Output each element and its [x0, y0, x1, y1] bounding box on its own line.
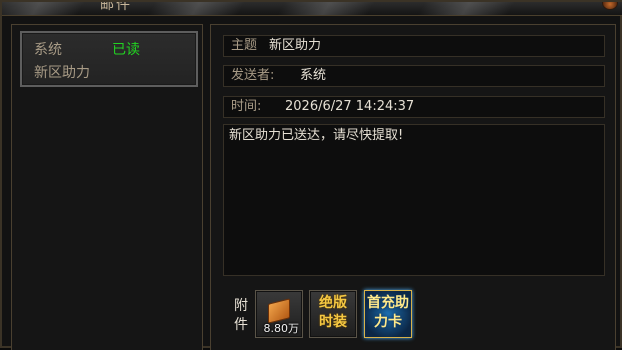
time-field: 时间: 2026/6/27 14:24:37 [223, 96, 605, 118]
time-value: 2026/6/27 14:24:37 [285, 99, 415, 114]
title-bar-ornament [2, 2, 88, 15]
title-bar-ornament [416, 2, 518, 15]
close-gem-icon[interactable] [602, 2, 618, 10]
mail-item-sender: 系统 [34, 42, 62, 58]
mail-detail-panel: 主题 新区助力 发送者: 系统 时间: 2026/6/27 14:24:37 新… [210, 24, 616, 350]
window-title: 邮件 [100, 2, 132, 13]
attachment-slot-gold[interactable]: 8.80万 [255, 290, 303, 338]
boost-card-text: 首充助 力卡 [367, 295, 409, 330]
subject-label: 主题 [231, 38, 258, 53]
fashion-card-text: 绝版 时装 [319, 295, 347, 330]
subject-value: 新区助力 [269, 38, 322, 53]
mail-body: 新区助力已送达，请尽快提取! [223, 124, 605, 276]
mail-list-item[interactable]: 系统 已读 新区助力 [20, 31, 198, 87]
attachment-slot-boost-card[interactable]: 首充助 力卡 [364, 290, 412, 338]
title-bar-ornament [276, 2, 378, 15]
subject-field: 主题 新区助力 [223, 35, 605, 57]
mail-item-subject: 新区助力 [34, 65, 90, 81]
title-bar-ornament [146, 2, 248, 15]
time-label: 时间: [231, 99, 262, 114]
attachment-quantity: 8.80万 [263, 322, 300, 335]
sender-field: 发送者: 系统 [223, 65, 605, 87]
mail-window: 邮件 系统 已读 新区助力 主题 新区助力 发送者: 系统 时间: 2026/6… [0, 0, 622, 350]
mail-item-read-status: 已读 [112, 42, 140, 58]
sender-label: 发送者: [231, 68, 275, 83]
window-title-bar: 邮件 [2, 2, 622, 16]
attachment-slot-fashion[interactable]: 绝版 时装 [309, 290, 357, 338]
sender-value: 系统 [300, 68, 327, 83]
attachments-label: 附件 [234, 298, 248, 333]
mail-list-panel: 系统 已读 新区助力 [11, 24, 203, 350]
